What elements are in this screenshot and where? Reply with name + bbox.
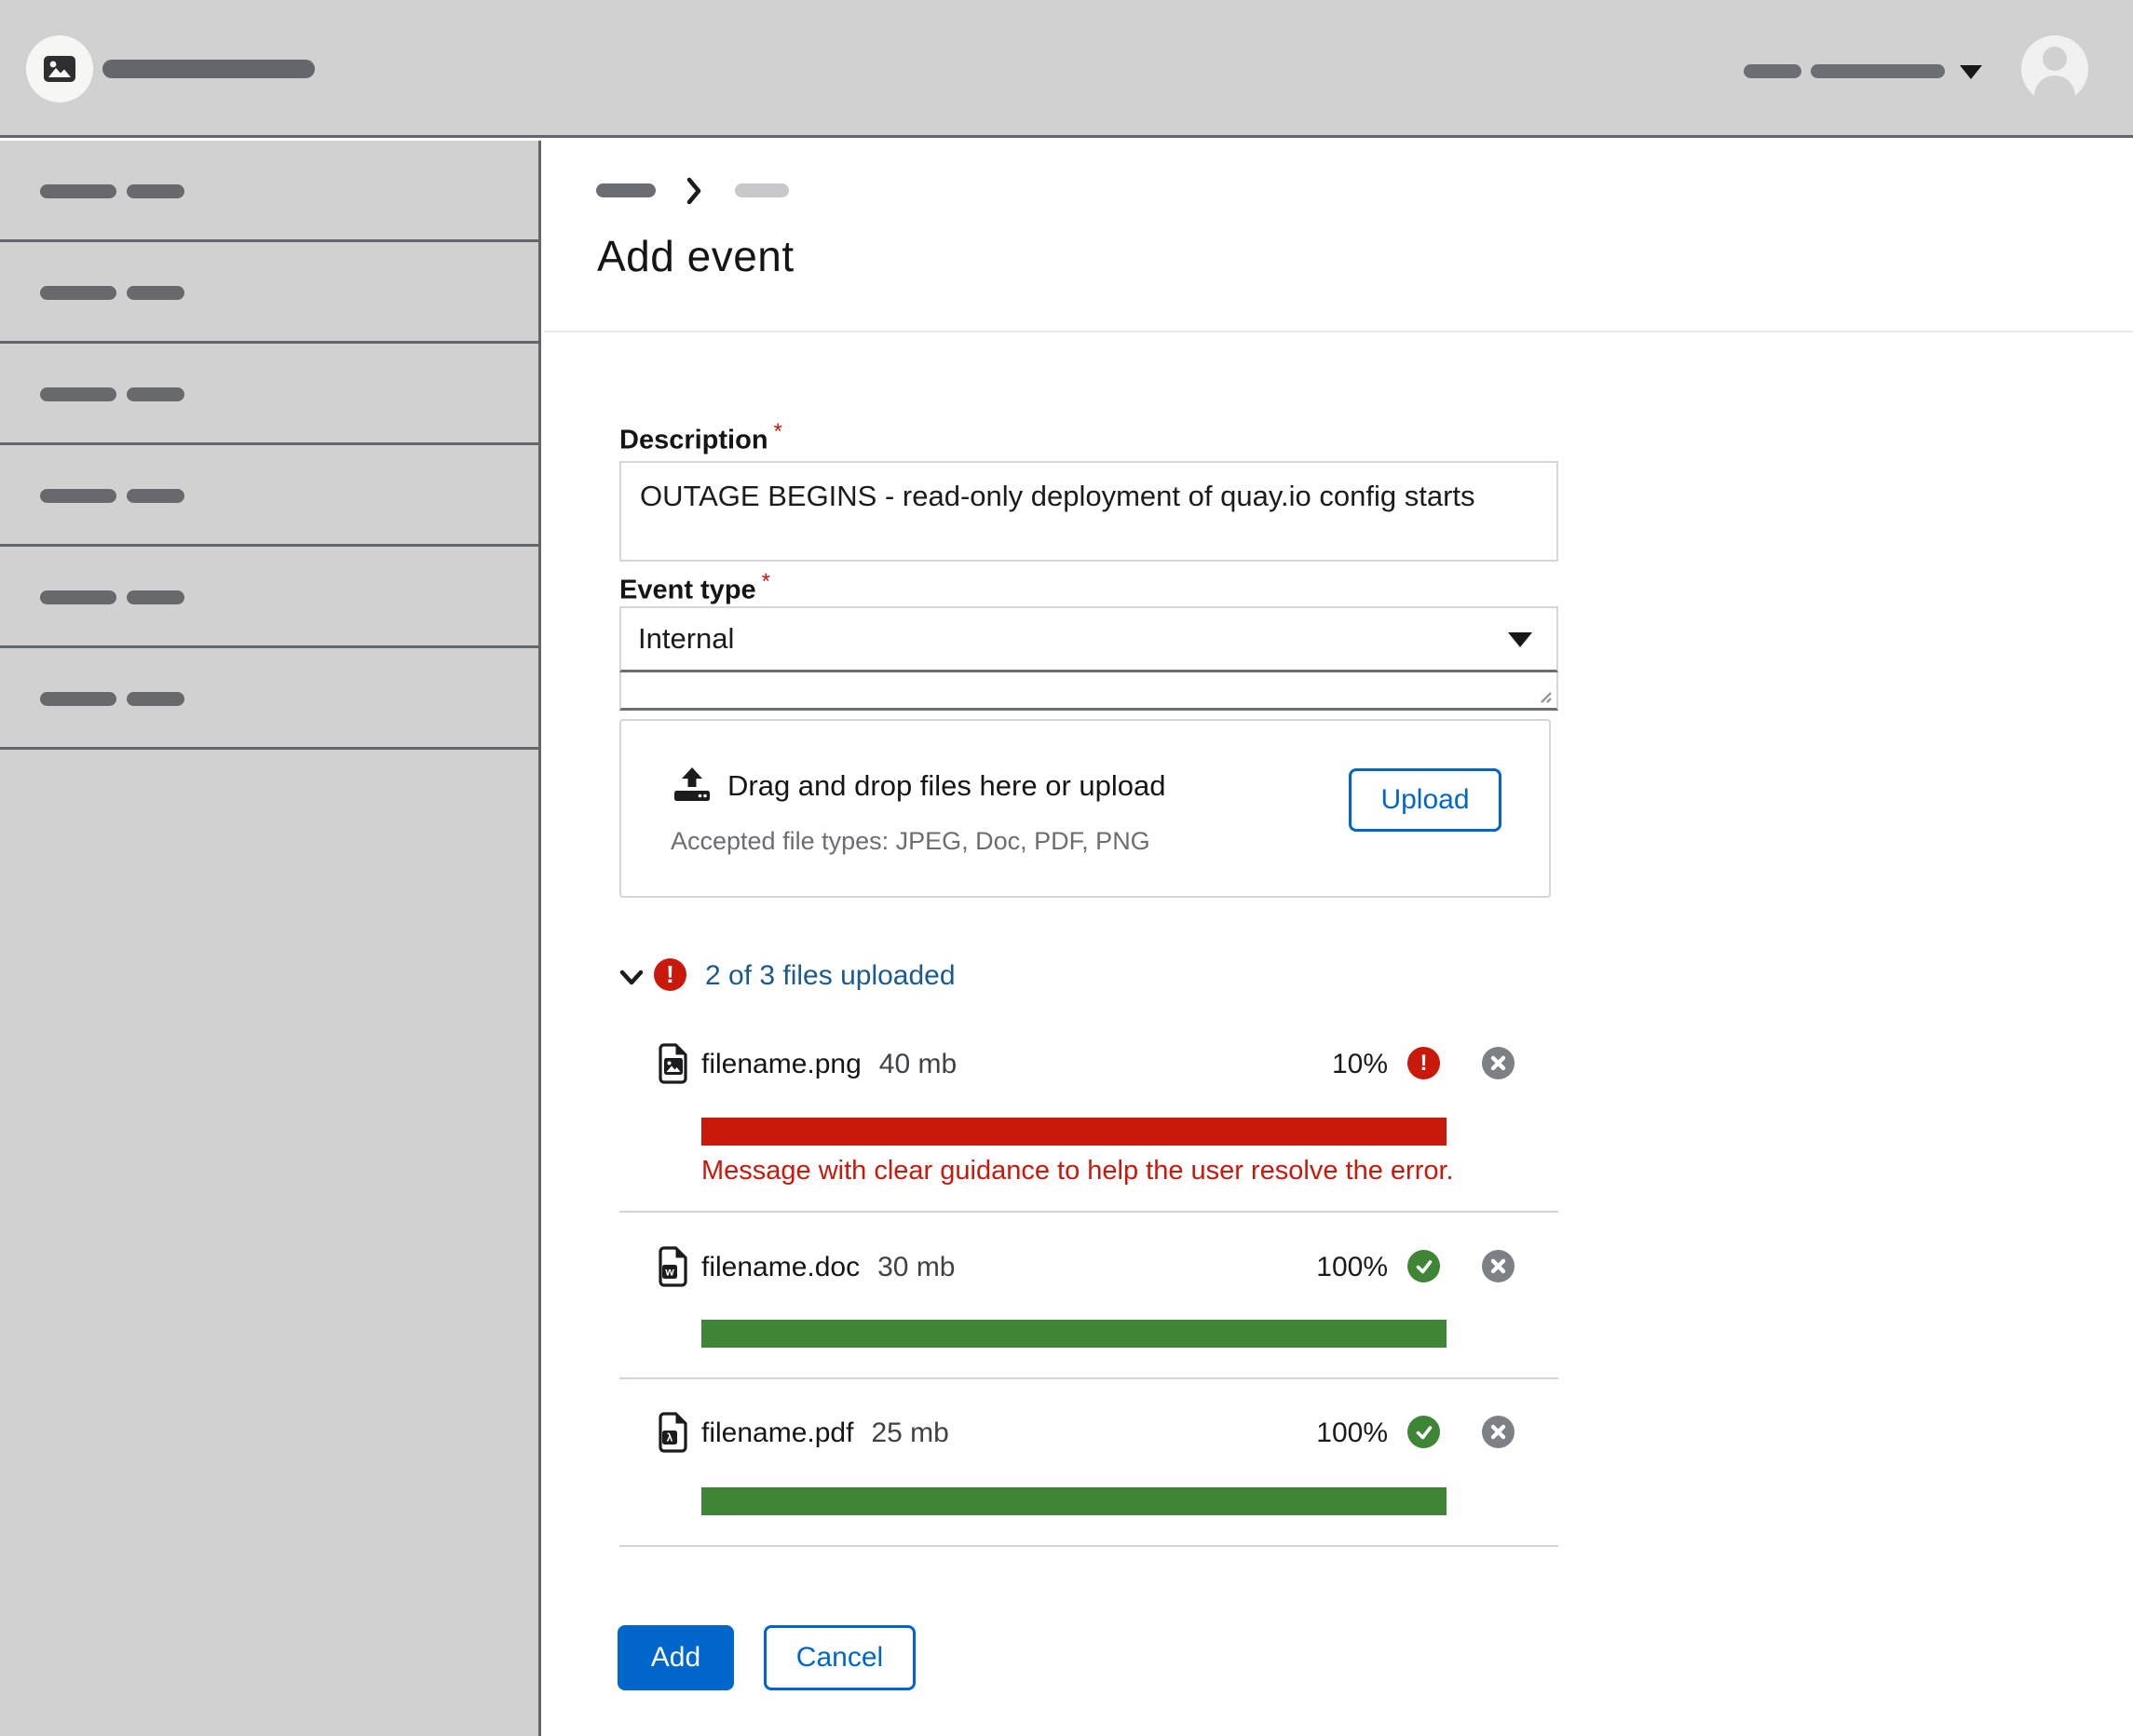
nav-placeholder-bar [127,489,184,503]
exclamation-circle-icon: ! [1407,1047,1440,1079]
close-icon[interactable] [1482,1047,1515,1079]
description-input[interactable]: OUTAGE BEGINS - read-only deployment of … [619,461,1558,562]
svg-text:λ: λ [667,1431,673,1444]
user-menu-placeholder-long[interactable] [1811,64,1945,78]
collapsed-textarea[interactable] [619,672,1558,711]
caret-down-icon [1508,632,1532,647]
description-label: Description* [619,419,782,456]
upload-button[interactable]: Upload [1349,768,1501,832]
avatar-torso-icon [2034,75,2075,102]
avatar[interactable] [2021,35,2088,102]
progress-bar-error [701,1118,1447,1146]
user-menu-placeholder-short[interactable] [1744,64,1801,78]
file-progress-percent: 10% [1239,1049,1388,1080]
row-divider [619,1545,1558,1547]
progress-bar-success [701,1320,1447,1348]
event-type-value: Internal [638,622,734,656]
nav-placeholder-bar [127,387,184,401]
file-row-png: filename.png 40 mb 10% ! [619,1039,1558,1088]
masthead [0,0,2133,138]
brand-title-placeholder [102,60,315,78]
file-name: filename.pdf [701,1417,853,1449]
nav-placeholder-bar [40,590,116,604]
nav-placeholder-bar [127,184,184,198]
sidebar-nav [0,141,541,1736]
image-icon [44,56,75,82]
section-divider [544,331,2133,332]
file-size: 25 mb [871,1417,948,1449]
close-icon[interactable] [1482,1250,1515,1282]
add-button[interactable]: Add [618,1625,734,1690]
upload-icon [674,767,710,801]
sidebar-item-4[interactable] [0,445,538,547]
exclamation-circle-icon: ! [654,958,686,991]
row-divider [619,1377,1558,1379]
progress-bar-success [701,1487,1447,1515]
file-progress-percent: 100% [1239,1252,1388,1283]
upload-status-toggle[interactable]: ! 2 of 3 files uploaded [619,957,1558,995]
breadcrumb-link-placeholder[interactable] [596,183,656,197]
dropzone-hint: Accepted file types: JPEG, Doc, PDF, PNG [671,827,1150,856]
nav-placeholder-bar [127,590,184,604]
file-image-icon [659,1043,689,1084]
required-asterisk: * [762,569,770,594]
file-size: 40 mb [879,1049,957,1080]
description-label-text: Description [619,426,768,455]
chevron-right-icon [686,177,703,205]
file-row-pdf: λ filename.pdf 25 mb 100% [619,1408,1558,1457]
file-row-doc: w filename.doc 30 mb 100% [619,1242,1558,1291]
file-progress-percent: 100% [1239,1417,1388,1449]
sidebar-item-5[interactable] [0,547,538,648]
nav-placeholder-bar [40,286,116,300]
check-circle-icon [1407,1250,1440,1282]
nav-placeholder-bar [127,692,184,706]
event-type-label-text: Event type [619,576,756,605]
svg-text:w: w [664,1266,674,1279]
nav-placeholder-bar [40,387,116,401]
nav-placeholder-bar [40,184,116,198]
file-pdf-icon: λ [659,1412,689,1453]
sidebar-item-3[interactable] [0,344,538,445]
event-type-label: Event type* [619,569,770,606]
check-circle-icon [1407,1416,1440,1448]
cancel-button[interactable]: Cancel [764,1625,916,1690]
file-name: filename.png [701,1049,862,1080]
breadcrumb-current-placeholder [735,183,789,197]
resize-grip-icon[interactable] [1535,686,1554,705]
file-upload-dropzone[interactable]: Drag and drop files here or upload Accep… [619,719,1551,898]
file-error-message: Message with clear guidance to help the … [701,1156,1454,1187]
upload-status-summary: 2 of 3 files uploaded [705,960,956,992]
caret-down-icon[interactable] [1960,65,1982,79]
sidebar-item-1[interactable] [0,141,538,242]
nav-placeholder-bar [40,489,116,503]
chevron-down-icon[interactable] [619,970,644,986]
dropzone-title: Drag and drop files here or upload [727,769,1165,803]
event-type-select[interactable]: Internal [619,606,1558,672]
sidebar-item-2[interactable] [0,242,538,344]
file-word-icon: w [659,1246,689,1287]
file-size: 30 mb [877,1252,955,1283]
required-asterisk: * [774,419,782,444]
avatar-head-icon [2043,47,2067,71]
page-title: Add event [597,231,795,281]
nav-placeholder-bar [127,286,184,300]
sidebar-item-6[interactable] [0,648,538,750]
row-divider [619,1211,1558,1213]
file-name: filename.doc [701,1252,860,1283]
brand-logo [26,35,93,102]
close-icon[interactable] [1482,1416,1515,1448]
nav-placeholder-bar [40,692,116,706]
